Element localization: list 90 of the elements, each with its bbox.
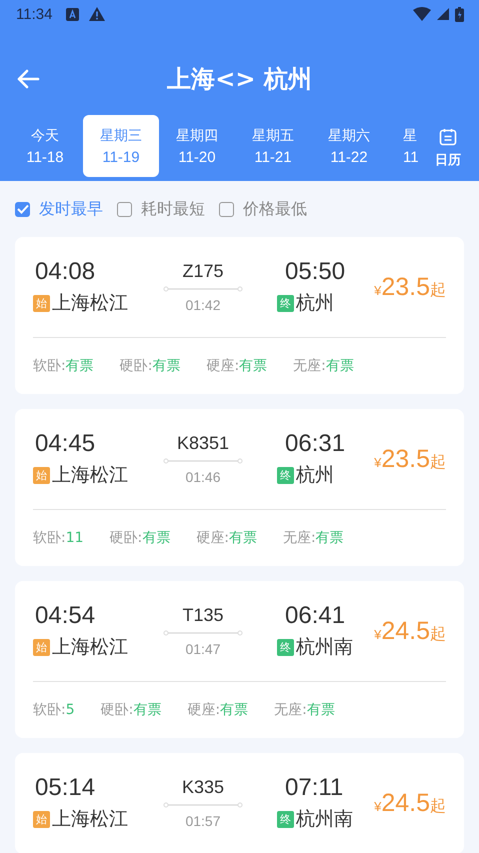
train-card[interactable]: 04:54 始 上海松江 T135 01:47 06:41 终 杭州南 ¥24.5起 软卧:5 硬卧:有票 硬座:有票 无座:有票 bbox=[15, 581, 464, 738]
seat-availability: 有票 bbox=[142, 530, 170, 546]
seat-type: 硬座: bbox=[206, 358, 240, 374]
battery-icon bbox=[455, 6, 464, 22]
date-tab[interactable]: 星期六 11-22 bbox=[311, 115, 387, 177]
seat-availability: 11 bbox=[66, 530, 84, 546]
origin-badge: 始 bbox=[33, 638, 50, 656]
seat-availability: 有票 bbox=[306, 702, 335, 718]
train-number: Z175 bbox=[182, 261, 224, 282]
arrival-time: 06:31 bbox=[284, 430, 346, 458]
seat-availability: 有票 bbox=[133, 702, 162, 718]
train-card[interactable]: 04:08 始 上海松江 Z175 01:42 05:50 终 杭州 ¥23.5起 软卧:有票 硬卧:有票 硬座:有票 无座:有票 bbox=[15, 237, 464, 394]
seat-availability: 有票 bbox=[220, 702, 248, 718]
warning-icon bbox=[89, 7, 106, 21]
price: ¥23.5起 bbox=[374, 272, 446, 302]
origin-badge: 始 bbox=[33, 466, 50, 484]
price: ¥23.5起 bbox=[374, 444, 446, 474]
seat-availability: 有票 bbox=[152, 358, 180, 374]
station-name: 上海松江 bbox=[52, 807, 128, 832]
arrival-time: 06:41 bbox=[284, 602, 346, 630]
duration: 01:47 bbox=[185, 641, 221, 657]
date-tab[interactable]: 今天 11-18 bbox=[7, 115, 83, 177]
train-number: T135 bbox=[182, 605, 224, 626]
seat-availability: 有票 bbox=[316, 530, 344, 546]
seat-type: 硬卧: bbox=[100, 702, 134, 718]
page-title: 上海<> 杭州 bbox=[167, 64, 312, 95]
signal-icon bbox=[437, 8, 449, 20]
check-icon bbox=[16, 204, 28, 214]
price: ¥24.5起 bbox=[374, 616, 446, 646]
seat-type: 硬座: bbox=[187, 702, 220, 718]
terminal-badge: 终 bbox=[277, 638, 294, 656]
checkbox[interactable] bbox=[219, 202, 234, 216]
date-tab[interactable]: 星期三 11-19 bbox=[83, 115, 159, 177]
train-card[interactable]: 05:14 始 上海松江 K335 01:57 07:11 终 杭州南 ¥24.5起 bbox=[15, 753, 464, 853]
date-tab[interactable]: 星 11 bbox=[403, 115, 427, 177]
seat-type: 硬座: bbox=[196, 530, 229, 546]
seat-type: 无座: bbox=[282, 530, 316, 546]
seat-type: 硬卧: bbox=[110, 530, 142, 546]
station-name: 上海松江 bbox=[52, 291, 128, 316]
date-tab[interactable]: 星期五 11-21 bbox=[235, 115, 311, 177]
seat-type: 无座: bbox=[293, 358, 326, 374]
seat-type: 硬卧: bbox=[120, 358, 152, 374]
seat-availability: 有票 bbox=[66, 358, 94, 374]
price: ¥24.5起 bbox=[374, 788, 446, 818]
seat-availability: 有票 bbox=[239, 358, 268, 374]
departure-time: 05:14 bbox=[34, 774, 96, 802]
wifi-icon bbox=[413, 7, 431, 21]
route-line-icon bbox=[163, 286, 243, 292]
station-name: 杭州南 bbox=[296, 635, 353, 660]
seat-type: 无座: bbox=[274, 702, 307, 718]
train-number: K335 bbox=[182, 777, 224, 798]
route-line-icon bbox=[163, 802, 243, 808]
station-name: 杭州 bbox=[296, 291, 334, 316]
departure-time: 04:54 bbox=[34, 602, 96, 630]
sort-label: 价格最低 bbox=[243, 198, 307, 220]
seat-availability: 有票 bbox=[228, 530, 257, 546]
back-arrow-icon bbox=[16, 69, 40, 89]
route-line-icon bbox=[163, 458, 243, 464]
terminal-badge: 终 bbox=[277, 294, 294, 312]
departure-time: 04:45 bbox=[34, 430, 96, 458]
origin-badge: 始 bbox=[33, 810, 50, 828]
checkbox[interactable] bbox=[15, 202, 30, 216]
duration: 01:46 bbox=[185, 469, 221, 485]
duration: 01:57 bbox=[185, 813, 221, 829]
seat-type: 软卧: bbox=[33, 358, 66, 374]
sort-label: 发时最早 bbox=[39, 198, 103, 220]
app-notification-icon bbox=[66, 8, 80, 20]
calendar-icon bbox=[439, 128, 457, 146]
seat-type: 软卧: bbox=[33, 702, 66, 718]
train-card[interactable]: 04:45 始 上海松江 K8351 01:46 06:31 终 杭州 ¥23.5起 软卧:11 硬卧:有票 硬座:有票 无座:有票 bbox=[15, 409, 464, 566]
station-name: 上海松江 bbox=[52, 463, 128, 488]
seat-availability: 5 bbox=[66, 702, 75, 718]
origin-badge: 始 bbox=[33, 294, 50, 312]
station-name: 杭州 bbox=[296, 463, 334, 488]
route-line-icon bbox=[163, 630, 243, 636]
terminal-badge: 终 bbox=[277, 810, 294, 828]
seat-type: 软卧: bbox=[33, 530, 66, 546]
seat-availability: 有票 bbox=[326, 358, 354, 374]
date-tab[interactable]: 星期四 11-20 bbox=[159, 115, 235, 177]
terminal-badge: 终 bbox=[277, 466, 294, 484]
station-name: 杭州南 bbox=[296, 807, 353, 832]
duration: 01:42 bbox=[185, 297, 221, 313]
station-name: 上海松江 bbox=[52, 635, 128, 660]
train-number: K8351 bbox=[176, 433, 230, 454]
departure-time: 04:08 bbox=[34, 258, 96, 286]
arrival-time: 05:50 bbox=[284, 258, 346, 286]
status-time: 11:34 bbox=[16, 6, 52, 22]
checkbox[interactable] bbox=[117, 202, 132, 216]
arrival-time: 07:11 bbox=[284, 774, 344, 802]
sort-label: 耗时最短 bbox=[141, 198, 205, 220]
